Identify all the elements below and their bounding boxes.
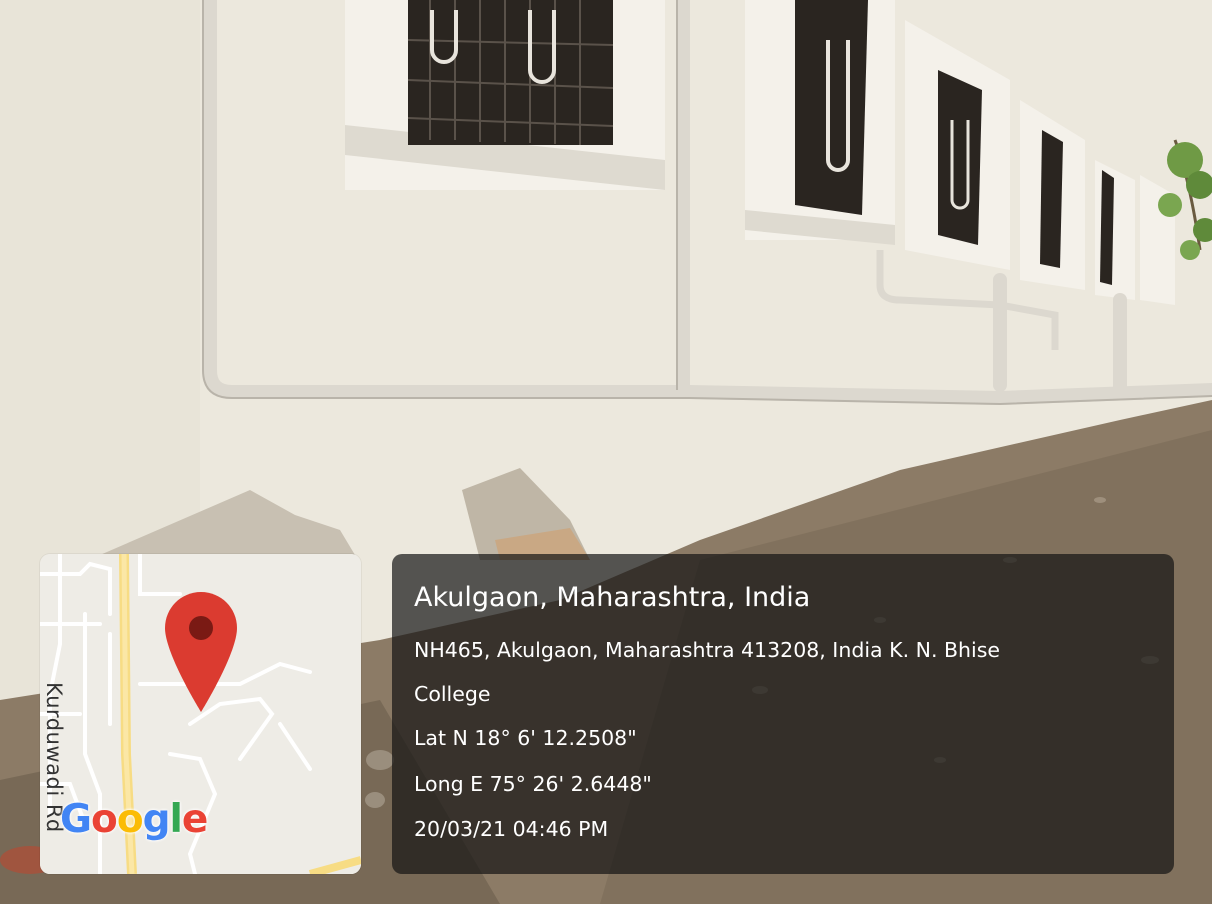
logo-letter: G <box>60 797 92 842</box>
window-2 <box>745 0 895 245</box>
location-title: Akulgaon, Maharashtra, India <box>414 582 811 613</box>
logo-letter: o <box>116 797 144 842</box>
address-line-1: NH465, Akulgaon, Maharashtra 413208, Ind… <box>414 638 1001 662</box>
longitude-text: Long E 75° 26' 2.6448" <box>414 772 652 796</box>
logo-letter: o <box>91 797 118 842</box>
window-1 <box>345 0 665 190</box>
logo-letter: e <box>181 797 208 842</box>
logo-letter: l <box>169 797 183 842</box>
latitude-text: Lat N 18° 6' 12.2508" <box>414 726 637 750</box>
google-logo: Google <box>60 797 208 842</box>
location-info-panel: Akulgaon, Maharashtra, India NH465, Akul… <box>392 554 1174 874</box>
logo-letter: g <box>142 797 171 842</box>
address-line-2: College <box>414 682 491 706</box>
timestamp-text: 20/03/21 04:46 PM <box>414 817 609 841</box>
